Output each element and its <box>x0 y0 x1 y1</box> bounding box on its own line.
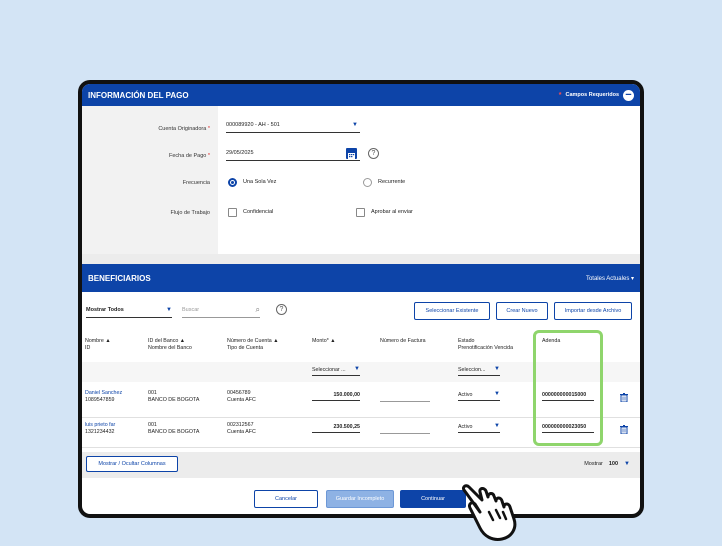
beneficiary-id: 1321234432 <box>85 429 115 436</box>
invoice-input[interactable] <box>380 424 430 434</box>
radio-once-label: Una Sola Vez <box>243 179 277 185</box>
radio-recurrent-label: Recurrente <box>378 179 406 185</box>
app-screen: INFORMACIÓN DEL PAGO * Campos Requeridos… <box>82 84 640 514</box>
device-frame: INFORMACIÓN DEL PAGO * Campos Requeridos… <box>78 80 644 518</box>
chevron-down-icon: ▼ <box>494 366 500 372</box>
amount-filter-select[interactable]: Seleccionar ... ▼ <box>312 366 360 376</box>
cancel-button[interactable]: Cancelar <box>254 490 318 508</box>
search-input[interactable]: Buscar ⌕ <box>182 305 260 318</box>
chevron-down-icon: ▼ <box>624 461 630 467</box>
import-file-button[interactable]: Importar desde Archivo <box>554 302 632 320</box>
beneficiary-id: 1089547859 <box>85 397 115 404</box>
col-bank[interactable]: ID del Banco ▲ Nombre del Banco <box>148 338 192 352</box>
chevron-down-icon: ▼ <box>494 423 500 429</box>
bank-id: 001 <box>148 422 157 428</box>
filter-select[interactable]: Mostrar Todos ▼ <box>86 307 172 318</box>
grid-footer: Mostrar / Ocultar Columnas Mostrar 100 ▼ <box>82 452 640 478</box>
beneficiaries-toolbar: Mostrar Todos ▼ Buscar ⌕ ? Seleccionar E… <box>82 292 640 332</box>
chevron-down-icon: ▼ <box>166 307 172 313</box>
addenda-highlight <box>533 330 603 446</box>
col-status[interactable]: Estado Prenotificación Vencida <box>458 338 513 352</box>
page-size-select[interactable]: Mostrar 100 ▼ <box>584 461 630 467</box>
radio-recurrent[interactable] <box>363 178 372 187</box>
payment-form: Cuenta Originadora * 000089920 - AH - 50… <box>82 106 640 264</box>
continue-button[interactable]: Continuar <box>400 490 466 508</box>
help-icon[interactable]: ? <box>368 148 379 159</box>
status-filter-select[interactable]: Seleccion... ▼ <box>458 366 500 376</box>
chevron-down-icon: ▼ <box>354 366 360 372</box>
status-select[interactable]: Activo ▼ <box>458 423 500 433</box>
bank-id: 001 <box>148 390 157 396</box>
col-account[interactable]: Número de Cuenta ▲ Tipo de Cuenta <box>227 338 278 352</box>
frequency-label: Frecuencia <box>182 180 210 186</box>
action-bar: Cancelar Guardar Incompleto Continuar <box>82 478 640 514</box>
required-legend: * Campos Requeridos − <box>558 89 634 101</box>
account-value: 000089920 - AH - 501 <box>226 122 280 128</box>
save-incomplete-button[interactable]: Guardar Incompleto <box>326 490 394 508</box>
create-new-button[interactable]: Crear Nuevo <box>496 302 548 320</box>
show-label: Mostrar <box>584 461 603 467</box>
checkbox-approve-label: Aprobar al enviar <box>371 209 413 215</box>
search-icon: ⌕ <box>255 305 260 314</box>
calendar-icon[interactable] <box>346 148 357 159</box>
invoice-input[interactable] <box>380 392 430 402</box>
trash-icon[interactable] <box>620 425 628 436</box>
date-field[interactable]: 29/05/2025 <box>226 150 360 161</box>
account-label: Cuenta Originadora * <box>158 126 210 132</box>
account-type: Cuenta AFC <box>227 429 256 436</box>
account-type: Cuenta AFC <box>227 397 256 404</box>
checkbox-approve[interactable] <box>356 208 365 217</box>
chevron-down-icon: ▼ <box>352 122 358 128</box>
bank-name: BANCO DE BOGOTA <box>148 397 200 404</box>
hand-pointer-icon <box>462 484 517 541</box>
account-number: 00456789 <box>227 390 251 396</box>
beneficiary-name-link[interactable]: Daniel Sanchez <box>85 390 122 396</box>
status-select[interactable]: Activo ▼ <box>458 391 500 401</box>
chevron-down-icon: ▾ <box>630 275 634 282</box>
show-value: 100 <box>608 461 619 467</box>
col-name[interactable]: Nombre ▲ ID <box>85 338 111 352</box>
help-icon[interactable]: ? <box>276 304 287 315</box>
date-label: Fecha de Pago * <box>169 153 210 159</box>
account-number: 002312567 <box>227 422 254 428</box>
radio-once[interactable] <box>228 178 237 187</box>
beneficiary-name-link[interactable]: luis prieto far <box>85 422 115 428</box>
payment-info-header: INFORMACIÓN DEL PAGO * Campos Requeridos… <box>82 84 640 106</box>
checkbox-confidential-label: Confidencial <box>243 209 274 215</box>
checkbox-confidential[interactable] <box>228 208 237 217</box>
beneficiaries-header: BENEFICIARIOS Totales Actuales ▾ <box>82 264 640 292</box>
workflow-label: Flujo de Trabajo <box>170 210 210 216</box>
totals-toggle[interactable]: Totales Actuales ▾ <box>586 275 634 282</box>
select-existing-button[interactable]: Seleccionar Existente <box>414 302 490 320</box>
amount-input[interactable]: 230.500,25 <box>312 424 360 433</box>
account-select[interactable]: 000089920 - AH - 501 ▼ <box>226 122 360 133</box>
bank-name: BANCO DE BOGOTA <box>148 429 200 436</box>
required-label: Campos Requeridos <box>565 92 619 98</box>
amount-input[interactable]: 150.000,00 <box>312 392 360 401</box>
beneficiaries-title: BENEFICIARIOS <box>88 273 151 283</box>
collapse-icon[interactable]: − <box>623 89 634 101</box>
chevron-down-icon: ▼ <box>494 391 500 397</box>
payment-info-title: INFORMACIÓN DEL PAGO <box>88 90 189 100</box>
required-star: * <box>558 91 562 99</box>
col-amount[interactable]: Monto* ▲ <box>312 338 336 345</box>
col-invoice[interactable]: Número de Factura <box>380 338 426 345</box>
date-value: 29/05/2025 <box>226 150 254 156</box>
trash-icon[interactable] <box>620 393 628 404</box>
toggle-columns-button[interactable]: Mostrar / Ocultar Columnas <box>86 456 178 472</box>
